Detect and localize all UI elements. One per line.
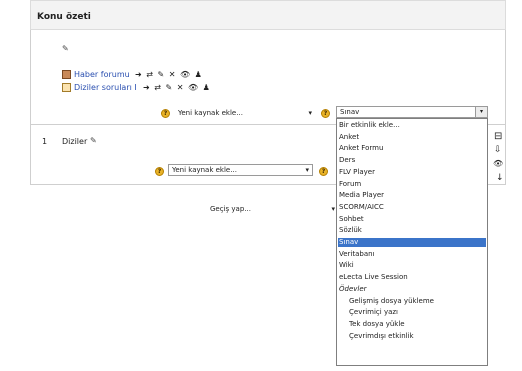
add-resource-value: Yeni kaynak ekle... (178, 109, 243, 117)
dropdown-option[interactable]: SCORM/AICC (339, 203, 384, 212)
activity-link-quiz[interactable]: Diziler soruları I (74, 83, 137, 92)
forum-icon (62, 70, 71, 79)
help-icon[interactable]: ? (161, 109, 170, 118)
dropdown-option[interactable]: eLecta Live Session (339, 273, 408, 282)
show-hide-icon[interactable]: 👁 (493, 159, 503, 168)
section-number: 1 (42, 137, 48, 146)
activity-controls[interactable]: ➜ ⇄ ✎ ✕ 👁 ♟ (143, 83, 211, 92)
help-icon[interactable]: ? (155, 167, 164, 176)
page-title: Konu özeti (37, 12, 91, 22)
dropdown-option[interactable]: Tek dosya yükle (349, 320, 405, 329)
dropdown-option[interactable]: Veritabanı (339, 250, 375, 259)
move-down-icon[interactable]: ↓ (496, 173, 504, 183)
dropdown-option[interactable]: Sınav (338, 238, 486, 247)
dropdown-option[interactable]: Anket (339, 133, 359, 142)
chevron-down-icon: ▾ (308, 109, 312, 117)
dropdown-option[interactable]: Gelişmiş dosya yükleme (349, 297, 434, 306)
dropdown-option[interactable]: Çevrimdışı etkinlik (349, 332, 414, 341)
dropdown-option[interactable]: Sohbet (339, 215, 364, 224)
highlight-section-icon[interactable]: ⊟ (494, 131, 502, 142)
add-resource-select[interactable]: Yeni kaynak ekle... ▾ (174, 107, 316, 119)
dropdown-option[interactable]: Sözlük (339, 226, 362, 235)
move-section-icon[interactable]: ⇩ (494, 145, 502, 155)
activity-link-news-forum[interactable]: Haber forumu (74, 70, 130, 79)
dropdown-option[interactable]: Media Player (339, 191, 384, 200)
jump-to-select[interactable]: Geçiş yap... ▾ (206, 203, 336, 215)
add-resource-value: Yeni kaynak ekle... (172, 166, 237, 174)
course-summary-header: Konu özeti (30, 0, 506, 30)
section-0-edit-icon[interactable]: ✎ (62, 44, 69, 53)
help-icon[interactable]: ? (321, 109, 330, 118)
dropdown-option[interactable]: Forum (339, 180, 361, 189)
add-activity-select[interactable]: Sınav ▾ (336, 106, 488, 118)
section-1-right-border (505, 124, 506, 184)
dropdown-option[interactable]: Bir etkinlik ekle... (339, 121, 400, 130)
section-0-right-border (505, 30, 506, 124)
section-1-edit-icon[interactable]: ✎ (90, 136, 97, 145)
section-1-left-border (30, 124, 31, 184)
dropdown-option[interactable]: Çevrimiçi yazı (349, 308, 398, 317)
dropdown-group-label: Ödevler (339, 284, 367, 293)
section-title: Diziler (62, 137, 88, 146)
activity-options-list[interactable]: Bir etkinlik ekle... Anket Anket Formu Ders… (336, 118, 488, 366)
section-0-left-border (30, 30, 31, 124)
jump-to-value: Geçiş yap... (210, 205, 251, 213)
quiz-icon (62, 83, 71, 92)
dropdown-option[interactable]: Wiki (339, 261, 354, 270)
dropdown-option[interactable]: Anket Formu (339, 144, 383, 153)
chevron-down-icon: ▾ (305, 166, 309, 174)
help-icon[interactable]: ? (319, 167, 328, 176)
chevron-down-icon[interactable]: ▾ (475, 107, 487, 117)
activity-controls[interactable]: ➜ ⇄ ✎ ✕ 👁 ♟ (135, 70, 203, 79)
dropdown-option[interactable]: Ders (339, 156, 355, 165)
add-resource-select[interactable]: Yeni kaynak ekle... ▾ (168, 164, 313, 176)
chevron-down-icon: ▾ (331, 205, 335, 213)
add-activity-value: Sınav (340, 108, 360, 116)
dropdown-option[interactable]: FLV Player (339, 168, 375, 177)
